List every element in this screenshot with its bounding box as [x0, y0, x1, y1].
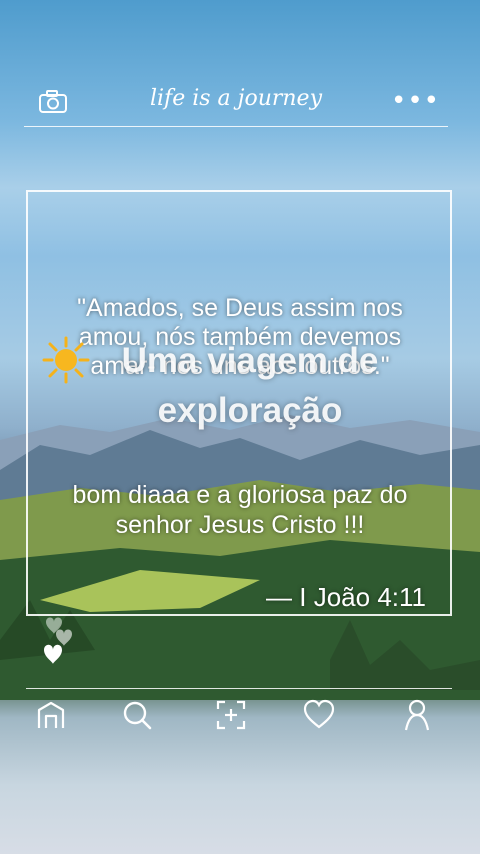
sun-emoji-icon: [42, 336, 90, 384]
more-dots-icon[interactable]: •••: [391, 86, 440, 116]
greeting-body: bom diaaa e a gloriosa paz do senhor Jes…: [72, 481, 408, 539]
home-icon[interactable]: [34, 698, 68, 732]
greeting-text: bom diaaa e a gloriosa paz do senhor Jes…: [0, 480, 480, 540]
profile-icon[interactable]: [400, 698, 434, 732]
add-post-icon[interactable]: [214, 698, 248, 732]
app-title: life is a journey: [149, 86, 323, 111]
heart-icon[interactable]: [302, 698, 336, 732]
app-header: life is a journey •••: [24, 78, 448, 127]
nav-divider: [26, 688, 452, 689]
floating-hearts-icon[interactable]: [36, 612, 86, 672]
search-icon[interactable]: [120, 698, 154, 732]
overlay-caption: Uma viagem de exploração: [121, 341, 379, 430]
verse-reference: — I João 4:11: [266, 582, 426, 612]
